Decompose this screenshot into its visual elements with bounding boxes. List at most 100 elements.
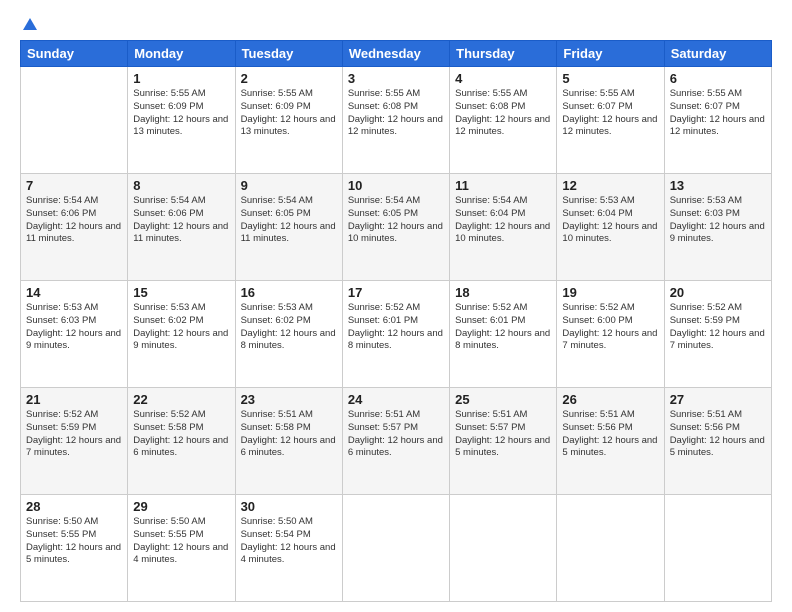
day-info: Sunrise: 5:52 AMSunset: 5:59 PMDaylight:…: [670, 302, 766, 353]
calendar-cell: 5 Sunrise: 5:55 AMSunset: 6:07 PMDaylight…: [557, 67, 664, 174]
day-number: 29: [133, 499, 229, 514]
calendar-cell: 16 Sunrise: 5:53 AMSunset: 6:02 PMDayligh…: [235, 281, 342, 388]
day-info: Sunrise: 5:54 AMSunset: 6:05 PMDaylight:…: [348, 195, 444, 246]
day-number: 10: [348, 178, 444, 193]
day-number: 13: [670, 178, 766, 193]
day-number: 17: [348, 285, 444, 300]
day-info: Sunrise: 5:54 AMSunset: 6:04 PMDaylight:…: [455, 195, 551, 246]
day-number: 4: [455, 71, 551, 86]
day-number: 28: [26, 499, 122, 514]
logo-icon: [21, 16, 39, 34]
calendar-table: SundayMondayTuesdayWednesdayThursdayFrid…: [20, 40, 772, 602]
page: SundayMondayTuesdayWednesdayThursdayFrid…: [0, 0, 792, 612]
day-number: 5: [562, 71, 658, 86]
calendar-cell: 1 Sunrise: 5:55 AMSunset: 6:09 PMDaylight…: [128, 67, 235, 174]
weekday-header-tuesday: Tuesday: [235, 41, 342, 67]
day-number: 14: [26, 285, 122, 300]
calendar-cell: 11 Sunrise: 5:54 AMSunset: 6:04 PMDayligh…: [450, 174, 557, 281]
day-info: Sunrise: 5:55 AMSunset: 6:07 PMDaylight:…: [670, 88, 766, 139]
calendar-cell: [557, 495, 664, 602]
calendar-cell: 14 Sunrise: 5:53 AMSunset: 6:03 PMDayligh…: [21, 281, 128, 388]
day-info: Sunrise: 5:52 AMSunset: 5:59 PMDaylight:…: [26, 409, 122, 460]
day-number: 30: [241, 499, 337, 514]
day-number: 9: [241, 178, 337, 193]
weekday-header-thursday: Thursday: [450, 41, 557, 67]
day-number: 24: [348, 392, 444, 407]
calendar-cell: 4 Sunrise: 5:55 AMSunset: 6:08 PMDaylight…: [450, 67, 557, 174]
day-number: 11: [455, 178, 551, 193]
day-number: 1: [133, 71, 229, 86]
day-info: Sunrise: 5:54 AMSunset: 6:05 PMDaylight:…: [241, 195, 337, 246]
day-number: 8: [133, 178, 229, 193]
day-info: Sunrise: 5:54 AMSunset: 6:06 PMDaylight:…: [133, 195, 229, 246]
day-info: Sunrise: 5:53 AMSunset: 6:03 PMDaylight:…: [670, 195, 766, 246]
calendar-cell: 8 Sunrise: 5:54 AMSunset: 6:06 PMDaylight…: [128, 174, 235, 281]
calendar-cell: 28 Sunrise: 5:50 AMSunset: 5:55 PMDayligh…: [21, 495, 128, 602]
day-number: 15: [133, 285, 229, 300]
day-info: Sunrise: 5:53 AMSunset: 6:04 PMDaylight:…: [562, 195, 658, 246]
calendar-cell: 26 Sunrise: 5:51 AMSunset: 5:56 PMDayligh…: [557, 388, 664, 495]
day-info: Sunrise: 5:53 AMSunset: 6:02 PMDaylight:…: [133, 302, 229, 353]
calendar-cell: 29 Sunrise: 5:50 AMSunset: 5:55 PMDayligh…: [128, 495, 235, 602]
calendar-cell: 7 Sunrise: 5:54 AMSunset: 6:06 PMDaylight…: [21, 174, 128, 281]
weekday-header-sunday: Sunday: [21, 41, 128, 67]
day-info: Sunrise: 5:53 AMSunset: 6:03 PMDaylight:…: [26, 302, 122, 353]
day-number: 20: [670, 285, 766, 300]
calendar-cell: 19 Sunrise: 5:52 AMSunset: 6:00 PMDayligh…: [557, 281, 664, 388]
day-info: Sunrise: 5:55 AMSunset: 6:08 PMDaylight:…: [455, 88, 551, 139]
day-info: Sunrise: 5:55 AMSunset: 6:09 PMDaylight:…: [133, 88, 229, 139]
day-info: Sunrise: 5:50 AMSunset: 5:55 PMDaylight:…: [26, 516, 122, 567]
day-number: 12: [562, 178, 658, 193]
calendar-cell: 6 Sunrise: 5:55 AMSunset: 6:07 PMDaylight…: [664, 67, 771, 174]
header: [20, 16, 772, 30]
day-info: Sunrise: 5:52 AMSunset: 6:00 PMDaylight:…: [562, 302, 658, 353]
day-number: 3: [348, 71, 444, 86]
day-info: Sunrise: 5:50 AMSunset: 5:55 PMDaylight:…: [133, 516, 229, 567]
day-number: 18: [455, 285, 551, 300]
calendar-cell: [342, 495, 449, 602]
day-info: Sunrise: 5:51 AMSunset: 5:56 PMDaylight:…: [562, 409, 658, 460]
day-info: Sunrise: 5:55 AMSunset: 6:07 PMDaylight:…: [562, 88, 658, 139]
calendar-cell: 23 Sunrise: 5:51 AMSunset: 5:58 PMDayligh…: [235, 388, 342, 495]
calendar-cell: 15 Sunrise: 5:53 AMSunset: 6:02 PMDayligh…: [128, 281, 235, 388]
day-number: 23: [241, 392, 337, 407]
day-number: 26: [562, 392, 658, 407]
day-number: 21: [26, 392, 122, 407]
logo: [20, 16, 40, 30]
calendar-cell: 24 Sunrise: 5:51 AMSunset: 5:57 PMDayligh…: [342, 388, 449, 495]
day-info: Sunrise: 5:51 AMSunset: 5:56 PMDaylight:…: [670, 409, 766, 460]
calendar-cell: 18 Sunrise: 5:52 AMSunset: 6:01 PMDayligh…: [450, 281, 557, 388]
calendar-cell: [450, 495, 557, 602]
day-number: 16: [241, 285, 337, 300]
day-number: 19: [562, 285, 658, 300]
calendar-cell: 27 Sunrise: 5:51 AMSunset: 5:56 PMDayligh…: [664, 388, 771, 495]
day-number: 27: [670, 392, 766, 407]
day-info: Sunrise: 5:52 AMSunset: 5:58 PMDaylight:…: [133, 409, 229, 460]
calendar-cell: 12 Sunrise: 5:53 AMSunset: 6:04 PMDayligh…: [557, 174, 664, 281]
day-info: Sunrise: 5:54 AMSunset: 6:06 PMDaylight:…: [26, 195, 122, 246]
day-number: 6: [670, 71, 766, 86]
day-number: 25: [455, 392, 551, 407]
day-info: Sunrise: 5:50 AMSunset: 5:54 PMDaylight:…: [241, 516, 337, 567]
calendar-cell: 2 Sunrise: 5:55 AMSunset: 6:09 PMDaylight…: [235, 67, 342, 174]
calendar-cell: 22 Sunrise: 5:52 AMSunset: 5:58 PMDayligh…: [128, 388, 235, 495]
day-info: Sunrise: 5:53 AMSunset: 6:02 PMDaylight:…: [241, 302, 337, 353]
calendar-cell: 13 Sunrise: 5:53 AMSunset: 6:03 PMDayligh…: [664, 174, 771, 281]
day-info: Sunrise: 5:55 AMSunset: 6:09 PMDaylight:…: [241, 88, 337, 139]
calendar-cell: 25 Sunrise: 5:51 AMSunset: 5:57 PMDayligh…: [450, 388, 557, 495]
weekday-header-friday: Friday: [557, 41, 664, 67]
day-number: 22: [133, 392, 229, 407]
weekday-header-wednesday: Wednesday: [342, 41, 449, 67]
day-info: Sunrise: 5:51 AMSunset: 5:58 PMDaylight:…: [241, 409, 337, 460]
day-number: 7: [26, 178, 122, 193]
calendar-cell: 21 Sunrise: 5:52 AMSunset: 5:59 PMDayligh…: [21, 388, 128, 495]
weekday-header-saturday: Saturday: [664, 41, 771, 67]
day-info: Sunrise: 5:51 AMSunset: 5:57 PMDaylight:…: [348, 409, 444, 460]
day-info: Sunrise: 5:52 AMSunset: 6:01 PMDaylight:…: [455, 302, 551, 353]
calendar-cell: 3 Sunrise: 5:55 AMSunset: 6:08 PMDaylight…: [342, 67, 449, 174]
day-info: Sunrise: 5:55 AMSunset: 6:08 PMDaylight:…: [348, 88, 444, 139]
day-info: Sunrise: 5:51 AMSunset: 5:57 PMDaylight:…: [455, 409, 551, 460]
calendar-cell: 9 Sunrise: 5:54 AMSunset: 6:05 PMDaylight…: [235, 174, 342, 281]
day-number: 2: [241, 71, 337, 86]
calendar-cell: 20 Sunrise: 5:52 AMSunset: 5:59 PMDayligh…: [664, 281, 771, 388]
